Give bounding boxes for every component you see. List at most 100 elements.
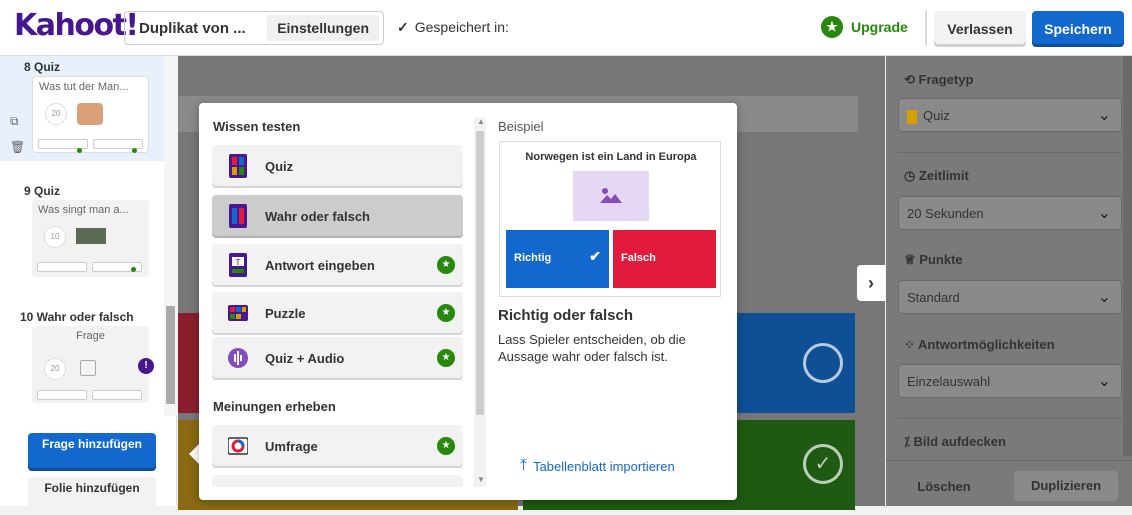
collapse-panel-button[interactable]: › (857, 265, 885, 301)
delete-button[interactable]: Löschen (904, 473, 984, 501)
warning-icon[interactable]: ! (138, 358, 154, 374)
panel-scrollbar[interactable] (1123, 56, 1132, 456)
add-question-button[interactable]: Frage hinzufügen (28, 433, 156, 471)
time-circle: 20 (45, 103, 67, 125)
slide-item[interactable]: 10 Wahr oder falsch Frage 20 ! (0, 306, 164, 411)
type-poll[interactable]: Umfrage ★ (212, 425, 463, 468)
time-circle: 20 (44, 358, 66, 380)
thumbnail-image (77, 103, 103, 125)
true-false-icon (229, 204, 247, 228)
question-type-select[interactable]: Quiz ⌄ (898, 98, 1122, 132)
correct-check-icon[interactable]: ✓ (803, 444, 843, 484)
leave-button[interactable]: Verlassen (934, 11, 1026, 47)
kahoot-logo[interactable]: Kahoot! (14, 8, 139, 43)
top-bar: Kahoot! Duplikat von ... Einstellungen ✓… (0, 0, 1132, 56)
divider (898, 418, 1122, 419)
type-type-answer[interactable]: T Antwort eingeben ★ (212, 244, 463, 287)
panel-footer: Löschen Duplizieren (886, 460, 1132, 506)
question-type-icon: ⟲ (904, 72, 919, 87)
slide-thumbnail[interactable]: Was singt man a... 10 (32, 200, 149, 277)
example-false-tile: Falsch (613, 230, 716, 288)
slide-label: 8 Quiz (24, 60, 61, 74)
type-label: Quiz + Audio (265, 351, 345, 366)
example-true-tile: Richtig ✔ (506, 230, 609, 288)
answer-circle[interactable] (803, 343, 843, 383)
add-slide-button[interactable]: Folie hinzufügen (28, 477, 156, 515)
audio-icon (228, 348, 248, 368)
clock-icon: ◷ (904, 168, 919, 183)
type-label: Antwort eingeben (265, 258, 375, 273)
premium-star-icon: ★ (437, 256, 455, 274)
settings-panel: ⟲ Fragetyp Quiz ⌄ ◷ Zeitlimit 20 Sekunde… (886, 56, 1132, 506)
divider (898, 152, 1122, 153)
type-puzzle[interactable]: Puzzle ★ (212, 292, 463, 335)
answer-options-select[interactable]: Einzelauswahl ⌄ (898, 364, 1122, 398)
slide-label: 10 Wahr oder falsch (20, 310, 134, 324)
star-icon: ★ (821, 16, 843, 38)
section-heading: Wissen testen (213, 119, 301, 134)
title-field[interactable]: Duplikat von ... Einstellungen (124, 11, 384, 45)
puzzle-icon (228, 305, 248, 321)
kahoot-title[interactable]: Duplikat von ... (139, 20, 246, 37)
example-preview: Norwegen ist ein Land in Europa Richtig ✔… (499, 141, 721, 297)
type-label: Quiz (265, 159, 294, 174)
upgrade-button[interactable]: ★ Upgrade (821, 16, 908, 38)
scroll-up-arrow[interactable]: ▲ (477, 117, 485, 126)
points-label: ♕ Punkte (904, 252, 963, 267)
next-type-item-partial[interactable] (212, 475, 463, 487)
answer-box (37, 390, 87, 400)
slide-thumbnail[interactable]: Was tut der Man... 20 (32, 76, 149, 153)
quiz-type-icon (907, 109, 917, 124)
slide-sidebar: 8 Quiz ⧉ 🗑 Was tut der Man... 20 9 Quiz … (0, 56, 177, 515)
points-select[interactable]: Standard ⌄ (898, 280, 1122, 314)
correct-dot (77, 148, 82, 153)
upgrade-label: Upgrade (851, 19, 908, 35)
sidebar-scrollbar-thumb[interactable] (166, 306, 175, 404)
question-type-dialog: Wissen testen Quiz Wahr oder falsch T An… (199, 103, 737, 500)
svg-text:T: T (235, 258, 241, 267)
scroll-down-arrow[interactable]: ▼ (477, 475, 485, 484)
thumbnail-image (76, 228, 106, 244)
upload-icon: ⤒ (520, 457, 528, 474)
poll-icon (228, 437, 248, 455)
premium-star-icon: ★ (437, 304, 455, 322)
time-limit-label: ◷ Zeitlimit (904, 168, 969, 183)
reveal-image-label: ⁒ Bild aufdecken (904, 434, 1006, 449)
slide-question: Was tut der Man... (39, 81, 129, 93)
type-label: Umfrage (265, 439, 318, 454)
type-true-false[interactable]: Wahr oder falsch (212, 195, 463, 238)
image-placeholder-icon (573, 171, 649, 221)
slide-item[interactable]: 9 Quiz Was singt man a... 10 (0, 180, 164, 285)
quiz-icon (229, 154, 247, 178)
save-button[interactable]: Speichern (1032, 11, 1124, 47)
type-label: Puzzle (265, 306, 306, 321)
image-placeholder-icon (80, 360, 96, 376)
settings-button[interactable]: Einstellungen (267, 15, 379, 41)
example-title: Richtig oder falsch (498, 307, 634, 324)
dialog-scrollbar-thumb[interactable] (476, 131, 484, 415)
correct-dot (132, 148, 137, 153)
type-quiz[interactable]: Quiz (212, 145, 463, 188)
time-limit-select[interactable]: 20 Sekunden ⌄ (898, 196, 1122, 230)
duplicate-icon[interactable]: ⧉ (10, 114, 19, 129)
medal-icon: ♕ (904, 252, 920, 267)
answer-options-label: ⁘ Antwortmöglichkeiten (904, 337, 1055, 352)
divider (925, 10, 927, 46)
saved-text: Gespeichert in: (414, 19, 509, 35)
slide-item[interactable]: 8 Quiz ⧉ 🗑 Was tut der Man... 20 (0, 56, 164, 161)
delete-icon[interactable]: 🗑 (10, 140, 25, 154)
check-icon: ✔ (589, 248, 601, 264)
slide-question: Frage (76, 330, 105, 342)
chevron-down-icon: ⌄ (1097, 107, 1111, 124)
example-description: Lass Spieler entscheiden, ob die Aussage… (498, 332, 686, 364)
type-quiz-audio[interactable]: Quiz + Audio ★ (212, 337, 463, 380)
answer-box (92, 390, 142, 400)
dots-icon: ⁘ (904, 337, 919, 352)
time-circle: 10 (44, 226, 66, 248)
slide-thumbnail[interactable]: Frage 20 ! (32, 326, 154, 403)
slide-question: Was singt man a... (38, 204, 129, 216)
duplicate-button[interactable]: Duplizieren (1014, 471, 1118, 501)
check-icon: ✓ (397, 19, 409, 35)
correct-dot (131, 267, 136, 272)
import-spreadsheet-link[interactable]: ⤒ Tabellenblatt importieren (520, 457, 675, 475)
